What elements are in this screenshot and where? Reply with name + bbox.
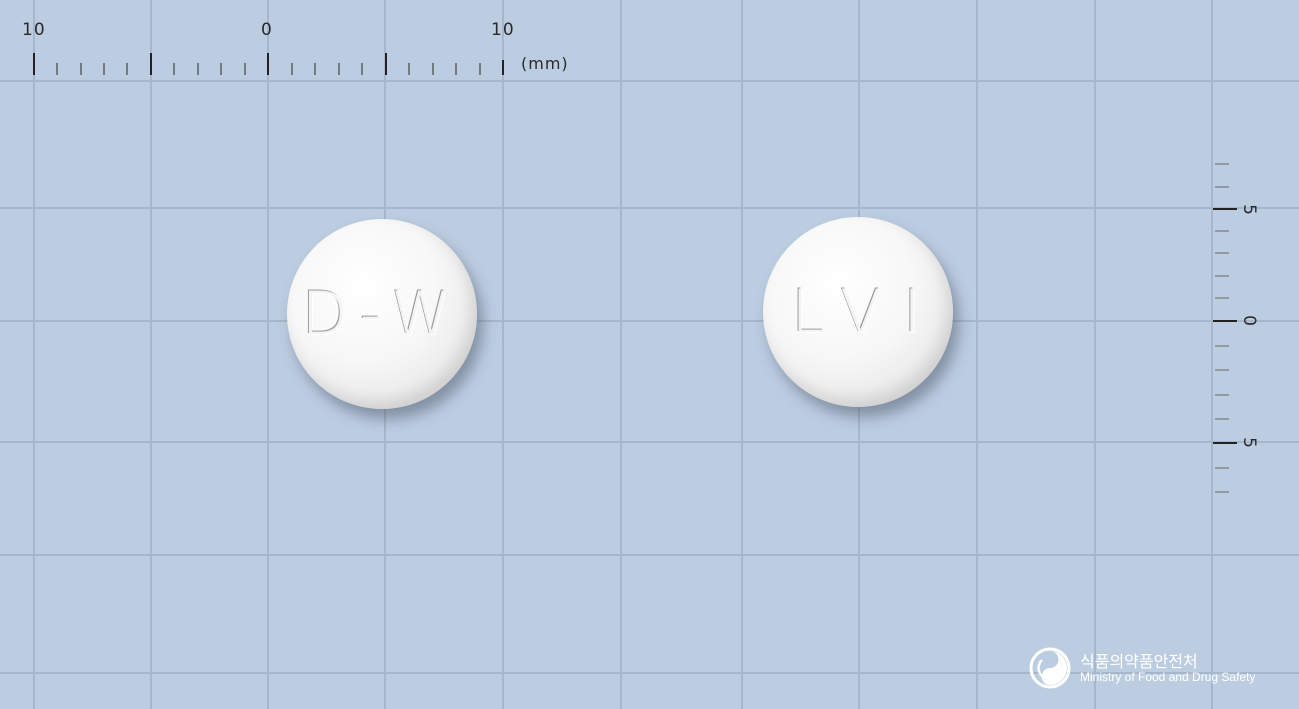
mfds-emblem-icon	[1029, 647, 1071, 689]
ruler-label-bottom: 5	[1238, 437, 1259, 449]
grid-line	[0, 207, 1299, 209]
grid-line	[1094, 0, 1096, 709]
grid-line	[976, 0, 978, 709]
logo-english-name: Ministry of Food and Drug Safety	[1080, 670, 1256, 684]
grid-line	[0, 80, 1299, 82]
pill-imprint-back: LVI	[791, 277, 943, 347]
grid-line	[502, 0, 504, 709]
grid-line	[620, 0, 622, 709]
grid-line	[33, 0, 35, 709]
grid-line	[741, 0, 743, 709]
pill-imprint-front: D-W	[301, 279, 463, 349]
grid-line	[0, 320, 1299, 322]
grid-line	[0, 441, 1299, 443]
ruler-unit: (mm)	[521, 54, 569, 73]
pill-photo: 10 0 10 (mm) 5 0 5 D-W LVI 식품의약품안전처 Mini…	[0, 0, 1299, 709]
ruler-label-top: 5	[1238, 204, 1259, 216]
ruler-label-zero-vertical: 0	[1238, 315, 1259, 327]
pill-front: D-W	[287, 219, 477, 409]
top-ruler-ticks	[33, 53, 504, 75]
pill-back: LVI	[763, 217, 953, 407]
grid-line	[267, 0, 269, 709]
mfds-logo: 식품의약품안전처 Ministry of Food and Drug Safet…	[1028, 646, 1268, 690]
grid-line	[0, 554, 1299, 556]
logo-korean-name: 식품의약품안전처	[1080, 652, 1198, 671]
grid-line	[150, 0, 152, 709]
